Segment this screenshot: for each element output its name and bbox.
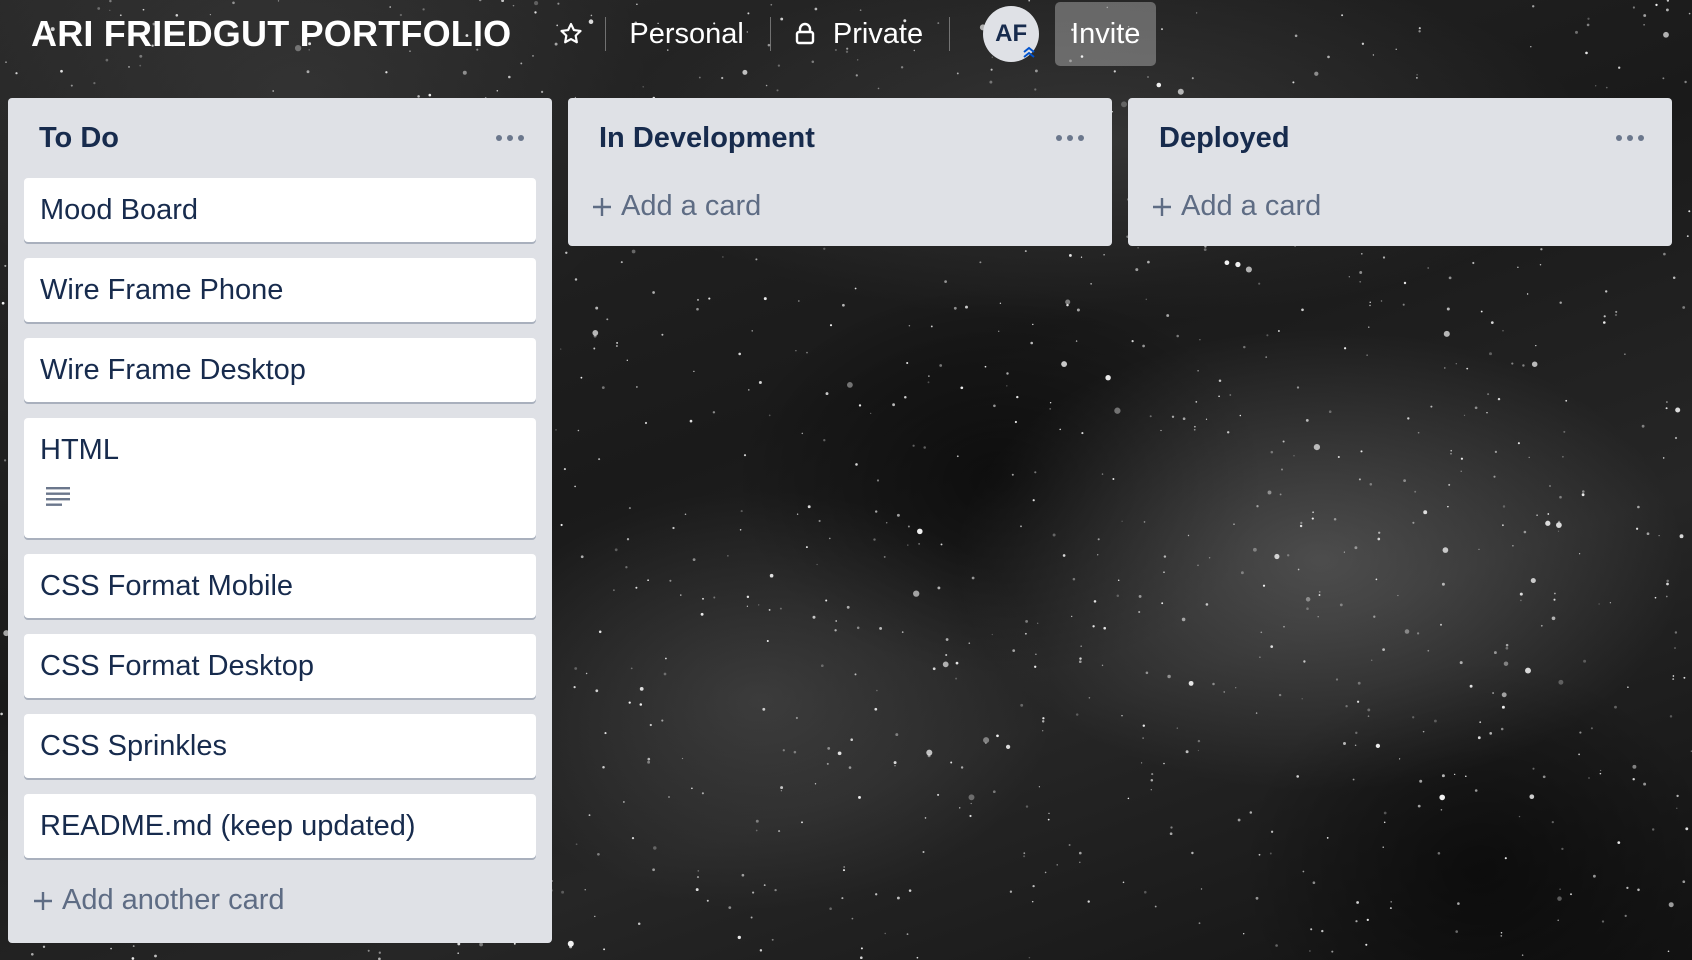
plus-icon <box>591 196 613 218</box>
card-title: Wire Frame Desktop <box>40 354 306 386</box>
board-title[interactable]: ARI FRIEDGUT PORTFOLIO <box>31 13 511 55</box>
card[interactable]: CSS Sprinkles <box>24 714 536 778</box>
lock-icon <box>794 22 816 46</box>
card-list: Mood Board Wire Frame Phone Wire Frame D… <box>8 178 552 858</box>
header-divider <box>949 17 951 51</box>
star-board-button[interactable] <box>553 2 589 66</box>
board-header: ARI FRIEDGUT PORTFOLIO Personal Private … <box>0 0 1692 68</box>
list-deployed: Deployed Add a card <box>1128 98 1672 246</box>
member-avatar[interactable]: AF <box>983 6 1040 62</box>
list-title[interactable]: To Do <box>39 122 119 155</box>
add-another-card-button[interactable]: Add another card <box>32 884 284 917</box>
add-card-button[interactable]: Add a card <box>591 190 761 223</box>
invite-label: Invite <box>1071 17 1141 50</box>
list-in-development: In Development Add a card <box>568 98 1112 246</box>
card[interactable]: CSS Format Mobile <box>24 554 536 618</box>
star-icon <box>560 22 583 44</box>
card-title: HTML <box>40 434 119 466</box>
add-card-label: Add a card <box>621 190 762 222</box>
header-divider <box>605 17 607 51</box>
card-title: CSS Format Desktop <box>40 650 314 682</box>
list-header: Deployed <box>1128 98 1672 178</box>
plus-icon <box>32 890 54 912</box>
team-button[interactable]: Personal <box>629 2 743 66</box>
more-icon[interactable] <box>489 129 530 147</box>
card[interactable]: README.md (keep updated) <box>24 794 536 858</box>
more-icon[interactable] <box>1049 129 1090 147</box>
card-title: CSS Sprinkles <box>40 730 227 762</box>
card-title: Wire Frame Phone <box>40 274 284 306</box>
description-icon <box>46 487 70 506</box>
list-header: To Do <box>8 98 552 178</box>
visibility-button[interactable]: Private <box>794 2 923 66</box>
chevron-up-double-icon <box>1021 44 1037 60</box>
card[interactable]: Wire Frame Desktop <box>24 338 536 402</box>
plus-icon <box>1151 196 1173 218</box>
card-title: README.md (keep updated) <box>40 810 416 842</box>
visibility-label: Private <box>832 17 924 50</box>
add-card-label: Add a card <box>1181 190 1322 222</box>
header-divider <box>769 17 771 51</box>
list-header: In Development <box>568 98 1112 178</box>
card[interactable]: Mood Board <box>24 178 536 242</box>
add-card-button[interactable]: Add a card <box>1151 190 1321 223</box>
list-title[interactable]: Deployed <box>1159 122 1290 155</box>
card[interactable]: CSS Format Desktop <box>24 634 536 698</box>
add-card-label: Add another card <box>62 884 285 916</box>
card[interactable]: HTML <box>24 418 536 538</box>
card[interactable]: Wire Frame Phone <box>24 258 536 322</box>
more-icon[interactable] <box>1609 129 1650 147</box>
card-title: CSS Format Mobile <box>40 570 294 602</box>
invite-button[interactable]: Invite <box>1055 2 1157 66</box>
team-label: Personal <box>629 17 744 50</box>
card-title: Mood Board <box>40 194 198 226</box>
list-title[interactable]: In Development <box>599 122 815 155</box>
list-to-do: To Do Mood Board Wire Frame Phone Wire F… <box>8 98 552 943</box>
